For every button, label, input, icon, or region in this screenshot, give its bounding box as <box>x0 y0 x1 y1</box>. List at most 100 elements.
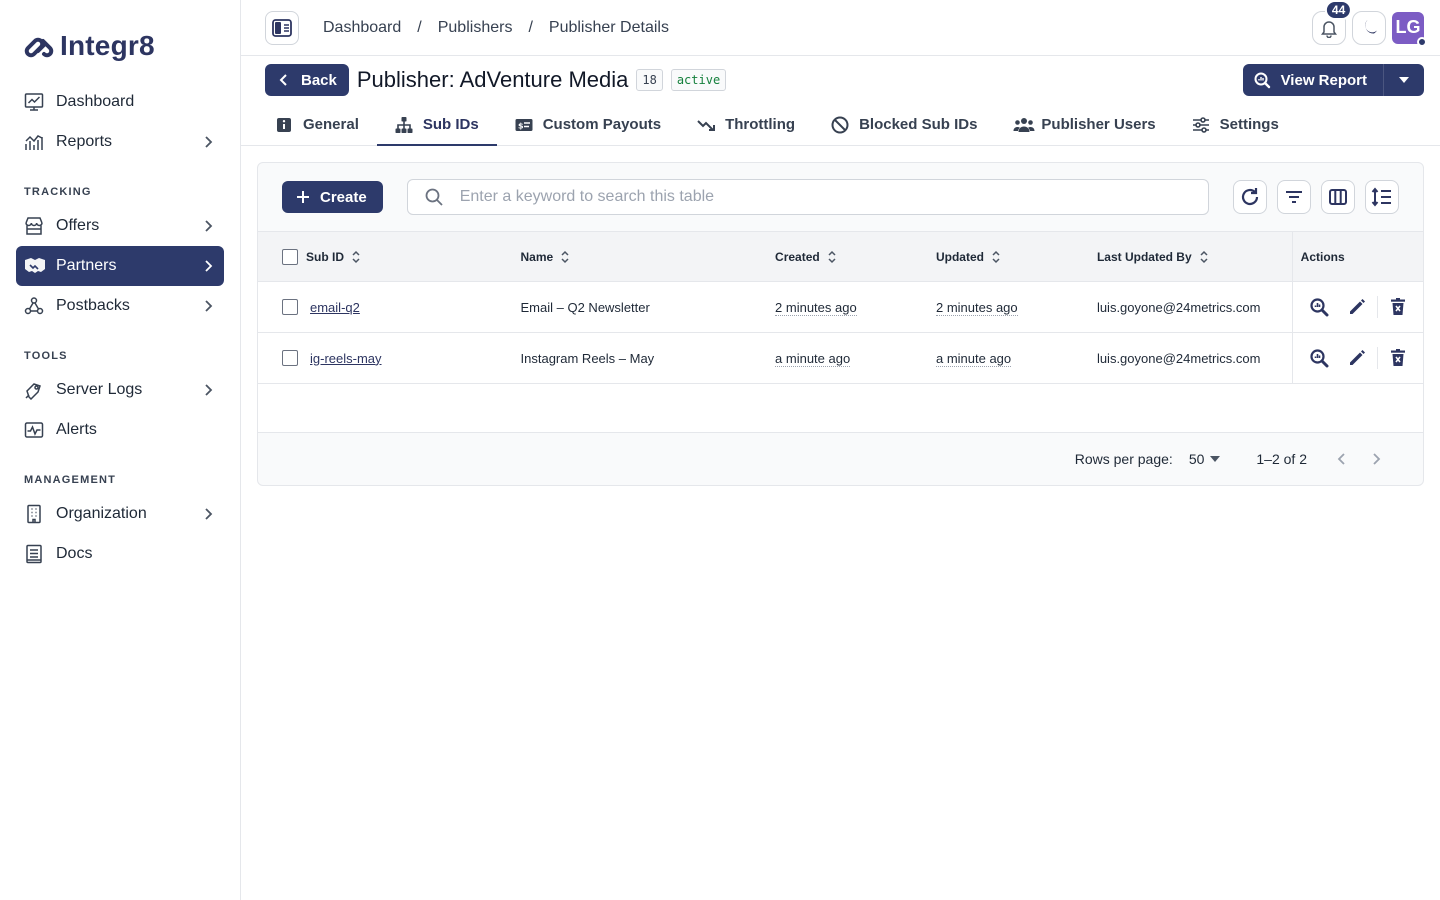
user-avatar[interactable]: LG <box>1392 11 1427 47</box>
rows-per-page-value: 50 <box>1188 451 1205 467</box>
chevron-right-icon <box>200 134 216 150</box>
app-logo[interactable]: Integr8 <box>0 28 240 64</box>
column-header-last-updated-by[interactable]: Last Updated By <box>1097 250 1192 264</box>
sidebar-item-label: Partners <box>56 257 117 274</box>
breadcrumb-dashboard[interactable]: Dashboard <box>323 19 401 37</box>
topbar: Dashboard / Publishers / Publisher Detai… <box>241 0 1440 56</box>
column-header-created[interactable]: Created <box>775 250 820 264</box>
moon-icon <box>1359 18 1379 38</box>
sidebar-item-server-logs[interactable]: Server Logs <box>16 370 224 410</box>
tab-label: General <box>303 116 359 133</box>
row-name: Email – Q2 Newsletter <box>520 299 650 315</box>
table-header-row: Sub ID Name Created Updated Last Updated… <box>258 231 1423 282</box>
rows-per-page-select[interactable]: 50 <box>1189 451 1221 467</box>
tab-label: Throttling <box>725 116 796 133</box>
delete-icon[interactable] <box>1388 297 1408 317</box>
line-height-icon <box>1371 187 1393 207</box>
caret-down-icon <box>1210 456 1221 462</box>
row-checkbox[interactable] <box>282 350 298 366</box>
sort-icon[interactable] <box>826 250 838 264</box>
tab-bar: General Sub IDs $ Custom Payouts Throttl… <box>241 104 1440 146</box>
view-report-dropdown-button[interactable] <box>1384 64 1424 96</box>
sidebar-item-partners[interactable]: Partners <box>16 246 224 286</box>
refresh-button[interactable] <box>1233 180 1267 214</box>
row-updated: 2 minutes ago <box>935 299 1018 316</box>
action-divider <box>1376 296 1378 318</box>
tab-custom-payouts[interactable]: $ Custom Payouts <box>497 104 679 145</box>
tab-sub-ids[interactable]: Sub IDs <box>376 104 497 146</box>
tab-blocked-sub-ids[interactable]: Blocked Sub IDs <box>813 104 995 145</box>
sidebar-item-dashboard[interactable]: Dashboard <box>16 82 224 122</box>
sub-id-link[interactable]: ig-reels-may <box>310 351 382 366</box>
chevron-right-icon <box>200 382 216 398</box>
online-status-dot <box>1417 36 1427 47</box>
action-divider <box>1376 347 1378 369</box>
section-tools: TOOLS <box>24 350 68 362</box>
tab-publisher-users[interactable]: Publisher Users <box>995 104 1173 145</box>
plus-icon <box>296 190 310 204</box>
sidebar-item-organization[interactable]: Organization <box>16 494 224 534</box>
create-button[interactable]: Create <box>282 181 383 213</box>
partners-icon <box>24 256 45 276</box>
sidebar-item-label: Alerts <box>56 421 97 438</box>
chevron-right-icon <box>200 298 216 314</box>
breadcrumb-publishers[interactable]: Publishers <box>438 19 513 37</box>
view-icon[interactable] <box>1309 297 1329 317</box>
theme-toggle-button[interactable] <box>1352 10 1386 45</box>
row-checkbox[interactable] <box>282 299 298 315</box>
column-header-name[interactable]: Name <box>521 250 554 264</box>
sort-icon[interactable] <box>350 250 362 264</box>
sort-icon[interactable] <box>559 250 571 264</box>
tab-settings[interactable]: Settings <box>1174 104 1297 145</box>
main-content: Dashboard / Publishers / Publisher Detai… <box>241 0 1440 900</box>
page-title: Publisher: AdVenture Media <box>356 67 629 92</box>
select-all-checkbox[interactable] <box>282 248 298 265</box>
back-button[interactable]: Back <box>265 64 349 96</box>
column-header-actions: Actions <box>1300 249 1345 264</box>
sidebar-item-reports[interactable]: Reports <box>16 122 224 162</box>
sort-icon[interactable] <box>1198 250 1210 264</box>
row-created: a minute ago <box>775 350 851 367</box>
status-badge: active <box>670 69 727 91</box>
sidebar-item-postbacks[interactable]: Postbacks <box>16 286 224 326</box>
server-logs-icon <box>24 380 44 400</box>
delete-icon[interactable] <box>1388 348 1408 368</box>
next-page-button[interactable] <box>1369 452 1383 466</box>
search-input[interactable] <box>459 188 1208 206</box>
sliders-icon <box>1192 116 1210 134</box>
tab-label: Settings <box>1219 116 1279 133</box>
table-toolbar: Create <box>258 163 1423 231</box>
tab-throttling[interactable]: Throttling <box>679 104 813 145</box>
table-search <box>406 179 1209 215</box>
edit-icon[interactable] <box>1347 348 1367 368</box>
sort-icon[interactable] <box>990 250 1002 264</box>
tab-general[interactable]: General <box>257 104 377 145</box>
view-icon[interactable] <box>1309 348 1329 368</box>
density-button[interactable] <box>1365 180 1399 214</box>
chevron-right-icon <box>200 506 216 522</box>
column-header-updated[interactable]: Updated <box>936 250 984 264</box>
columns-button[interactable] <box>1321 180 1355 214</box>
sidebar-item-label: Postbacks <box>56 297 130 314</box>
sidebar-toggle-button[interactable] <box>265 10 299 45</box>
view-report-button[interactable]: View Report <box>1243 64 1384 96</box>
previous-page-button[interactable] <box>1335 452 1349 466</box>
sidebar-item-label: Reports <box>56 133 113 150</box>
sidebar-item-alerts[interactable]: Alerts <box>16 410 224 450</box>
column-header-sub-id[interactable]: Sub ID <box>306 250 344 264</box>
page-header: Back Publisher: AdVenture Media 18 activ… <box>241 56 1440 104</box>
notifications-button[interactable]: 44 <box>1312 0 1353 45</box>
edit-icon[interactable] <box>1347 297 1367 317</box>
sidebar-item-offers[interactable]: Offers <box>16 206 224 246</box>
filter-button[interactable] <box>1277 180 1311 214</box>
sub-id-link[interactable]: email-q2 <box>310 300 360 315</box>
table-row: ig-reels-may Instagram Reels – May a min… <box>258 332 1423 384</box>
bell-icon <box>1319 18 1339 38</box>
offers-icon <box>24 216 44 236</box>
sidebar-item-docs[interactable]: Docs <box>16 534 224 574</box>
sub-ids-table-card: Create Enter a keyword to search this ta… <box>257 162 1424 486</box>
sidebar: Integr8 Dashboard Reports TRACKING Offer… <box>0 0 241 900</box>
create-button-label: Create <box>320 188 367 206</box>
chevron-right-icon <box>200 218 216 234</box>
tab-label: Sub IDs <box>422 116 479 133</box>
